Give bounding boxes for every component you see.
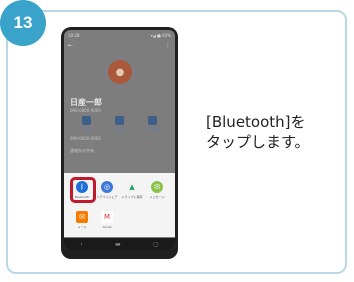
share-app-drive[interactable]: ▲ ドライブに保存 [120, 181, 144, 199]
bluetooth-icon: ᛒ [76, 181, 88, 193]
share-app-label: メッセージ [149, 195, 165, 199]
call-action[interactable]: 通話 [76, 116, 98, 131]
share-app-label: メール [77, 225, 87, 229]
person-icon: ● [115, 66, 125, 78]
share-app-nearby[interactable]: ◎ ニアバイシェア [95, 181, 119, 199]
share-app-messages[interactable]: ✉ メッセージ [145, 181, 169, 199]
instruction-line-2: タップします。 [206, 133, 310, 151]
status-time: 10:28 [68, 32, 80, 38]
share-app-label: Gmail [102, 225, 112, 229]
share-app-email[interactable]: ✉ メール [70, 211, 94, 229]
home-nav-icon[interactable]: ▬ [115, 241, 121, 248]
video-icon [148, 116, 157, 125]
share-row-1: ᛒ Bluetooth ◎ ニアバイシェア ▲ ドライブに保存 ✉ メッセージ [64, 181, 175, 199]
messages-icon: ✉ [151, 181, 163, 193]
share-app-label: ドライブに保存 [121, 195, 143, 199]
top-bar: ← ⋮ [68, 42, 171, 50]
phone-number-row[interactable]: 090-0000-0000 [70, 136, 101, 141]
phone-number-text: 090-0000-0000 [70, 136, 101, 141]
video-action[interactable]: ビデオ通話 [142, 116, 164, 131]
back-arrow-icon[interactable]: ← [68, 42, 73, 50]
contact-avatar: ● [108, 60, 132, 84]
back-nav-icon[interactable]: ‹ [80, 241, 82, 248]
android-nav-bar: ‹ ▬ ▢ [64, 238, 175, 250]
message-icon [115, 116, 124, 125]
contact-subtitle: 090-0000-0000 [70, 108, 101, 113]
share-app-bluetooth[interactable]: ᛒ Bluetooth [70, 181, 94, 199]
share-row-2: ✉ メール M Gmail [64, 211, 175, 229]
sms-action-label: SMS [116, 127, 123, 131]
status-indicators: ▾◢ ■ 83% [150, 32, 171, 38]
gmail-icon: M [101, 211, 113, 223]
share-sheet: ᛒ Bluetooth ◎ ニアバイシェア ▲ ドライブに保存 ✉ メッセージ [64, 173, 175, 237]
phone-screenshot: 10:28 ▾◢ ■ 83% ← ⋮ ● 日産一郎 090-0000-0000 … [61, 27, 178, 259]
step-number-badge: 13 [0, 0, 46, 46]
share-app-label: Bluetooth [74, 195, 90, 199]
call-action-label: 通話 [83, 127, 90, 131]
status-bar: 10:28 ▾◢ ■ 83% [64, 30, 175, 40]
contact-name: 日産一郎 [70, 98, 102, 107]
video-action-label: ビデオ通話 [144, 127, 160, 131]
share-app-label: ニアバイシェア [96, 195, 118, 199]
contact-actions: 通話 SMS ビデオ通話 [64, 116, 175, 131]
sms-action[interactable]: SMS [109, 116, 131, 131]
instruction-line-1: [Bluetooth]を [206, 113, 306, 131]
nearby-share-icon: ◎ [101, 181, 113, 193]
email-icon: ✉ [76, 211, 88, 223]
phone-icon [82, 116, 91, 125]
more-icon[interactable]: ⋮ [165, 42, 171, 50]
share-app-gmail[interactable]: M Gmail [95, 211, 119, 229]
drive-icon: ▲ [126, 181, 138, 193]
share-contact-row[interactable]: 連絡先の共有 [70, 148, 94, 154]
recents-nav-icon[interactable]: ▢ [153, 241, 159, 248]
share-contact-text: 連絡先の共有 [70, 148, 94, 153]
phone-screen: 10:28 ▾◢ ■ 83% ← ⋮ ● 日産一郎 090-0000-0000 … [64, 30, 175, 250]
instruction-text: [Bluetooth]を タップします。 [206, 112, 310, 152]
